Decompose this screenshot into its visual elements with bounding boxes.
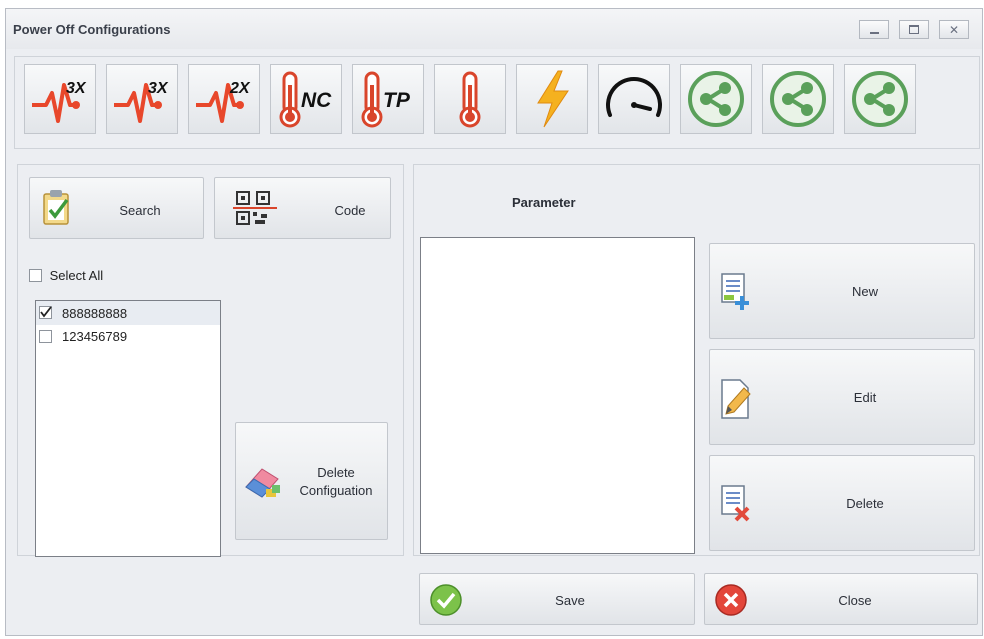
- tool-power[interactable]: [516, 64, 588, 134]
- parameter-heading: Parameter: [512, 195, 576, 210]
- pulse-icon: 3X: [114, 80, 169, 123]
- share-icon: [770, 71, 826, 127]
- list-item-label: 123456789: [62, 329, 128, 344]
- checkmark-icon: [40, 306, 52, 318]
- tool-temperature[interactable]: [434, 64, 506, 134]
- tool-badge: TP: [383, 89, 411, 112]
- clipboard-check-icon: [43, 190, 69, 225]
- maximize-icon: [909, 25, 919, 34]
- tool-vibration-3x[interactable]: 3X: [24, 64, 96, 134]
- maximize-button[interactable]: [899, 20, 929, 39]
- delete-label: Delete: [846, 496, 884, 511]
- eraser-icon: [245, 468, 280, 498]
- item-checkbox[interactable]: [39, 330, 52, 343]
- delete-config-line1: Delete: [317, 465, 355, 480]
- edit-label: Edit: [853, 390, 877, 405]
- tool-temperature-tp[interactable]: TP: [352, 64, 424, 134]
- close-icon: ✕: [948, 22, 960, 37]
- edit-button[interactable]: Edit: [709, 349, 975, 445]
- title-bar: Power Off Configurations ✕: [6, 9, 982, 49]
- search-label: Search: [119, 203, 161, 218]
- code-button[interactable]: Code: [214, 177, 391, 239]
- tool-share-3[interactable]: [844, 64, 916, 134]
- cancel-circle-icon: [715, 584, 747, 616]
- add-document-icon: [721, 273, 749, 310]
- tool-speed[interactable]: [598, 64, 670, 134]
- tool-share-1[interactable]: [680, 64, 752, 134]
- item-list: 888888888 123456789: [35, 300, 221, 557]
- list-item[interactable]: 888888888: [36, 301, 220, 325]
- tool-badge: NC: [301, 89, 332, 112]
- select-all-label: Select All: [49, 268, 104, 284]
- code-label: Code: [334, 203, 366, 218]
- share-icon: [688, 71, 744, 127]
- edit-document-icon: [721, 379, 751, 419]
- save-button[interactable]: Save: [419, 573, 695, 625]
- new-button[interactable]: New: [709, 243, 975, 339]
- pulse-icon: 2X: [196, 80, 251, 123]
- tool-vibration-3x-b[interactable]: 3X: [106, 64, 178, 134]
- close-window-button[interactable]: ✕: [939, 20, 969, 39]
- speedometer-icon: [606, 77, 662, 117]
- check-circle-icon: [430, 584, 462, 616]
- list-item[interactable]: 123456789: [36, 325, 220, 347]
- tool-badge: 3X: [148, 80, 169, 97]
- tool-badge: 3X: [66, 80, 87, 97]
- item-checkbox-checked[interactable]: [39, 306, 52, 319]
- qr-code-icon: [233, 191, 277, 225]
- new-label: New: [851, 284, 878, 299]
- window-title: Power Off Configurations: [13, 22, 171, 37]
- search-button[interactable]: Search: [29, 177, 204, 239]
- share-icon: [852, 71, 908, 127]
- thermometer-icon: TP: [361, 71, 411, 128]
- parameter-list[interactable]: [420, 237, 695, 554]
- thermometer-icon: [459, 71, 481, 128]
- tool-badge: 2X: [229, 80, 251, 97]
- delete-configuration-button[interactable]: Delete Configuation: [235, 422, 388, 540]
- pulse-icon: 3X: [32, 80, 87, 123]
- delete-config-label: Delete Configuation: [288, 464, 384, 500]
- minimize-button[interactable]: [859, 20, 889, 39]
- delete-config-line2: Configuation: [299, 483, 373, 498]
- select-all-box[interactable]: [29, 269, 42, 283]
- power-off-configurations-window: Power Off Configurations ✕ 3X 3X 2X NC T…: [5, 8, 983, 636]
- right-panel: Parameter New Edit Delete: [413, 164, 980, 556]
- tool-share-2[interactable]: [762, 64, 834, 134]
- close-label: Close: [838, 593, 872, 608]
- toolbar: 3X 3X 2X NC TP: [14, 56, 980, 149]
- delete-button[interactable]: Delete: [709, 455, 975, 551]
- tool-vibration-2x[interactable]: 2X: [188, 64, 260, 134]
- select-all-checkbox[interactable]: Select All: [29, 267, 103, 283]
- footer: Save Close: [413, 565, 980, 633]
- minimize-icon: [869, 31, 879, 34]
- delete-document-icon: [721, 485, 750, 522]
- thermometer-icon: NC: [279, 71, 332, 128]
- save-label: Save: [555, 593, 585, 608]
- list-item-label: 888888888: [62, 306, 128, 321]
- left-panel: Search Code Select All 888888888 1234567…: [17, 164, 404, 557]
- tool-temperature-nc[interactable]: NC: [270, 64, 342, 134]
- close-button[interactable]: Close: [704, 573, 978, 625]
- lightning-icon: [537, 70, 569, 128]
